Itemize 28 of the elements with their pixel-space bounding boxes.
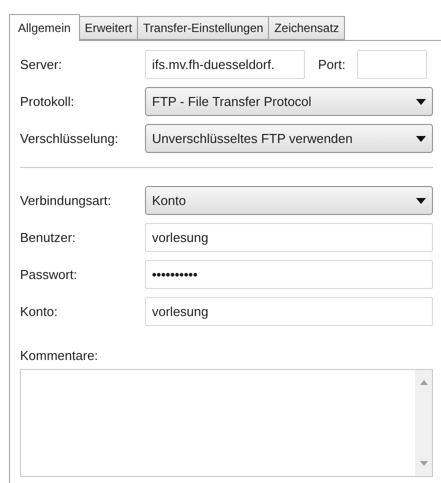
caret-icon bbox=[416, 98, 426, 104]
field-label: Konto: bbox=[20, 304, 59, 319]
scroll-down-icon bbox=[420, 461, 428, 466]
field-label: Protokoll: bbox=[20, 94, 76, 109]
input-field[interactable]: vorlesung bbox=[145, 223, 433, 252]
input-field[interactable]: ifs.mv.fh-duesseldorf. bbox=[145, 50, 305, 79]
field-label: Verbindungsart: bbox=[20, 193, 112, 208]
scroll-up-icon bbox=[420, 380, 428, 385]
caret-icon bbox=[416, 198, 426, 204]
field-label: Kommentare: bbox=[20, 348, 100, 363]
scrollbar[interactable] bbox=[415, 370, 432, 476]
tab[interactable]: Allgemein bbox=[9, 14, 80, 41]
tab[interactable]: Erweitert bbox=[78, 16, 138, 40]
field-label: Server: bbox=[20, 57, 63, 72]
field-label: Benutzer: bbox=[20, 230, 77, 245]
field-label: Passwort: bbox=[20, 267, 78, 282]
input-field[interactable]: vorlesung bbox=[145, 297, 433, 326]
password-field[interactable]: •••••••••• bbox=[145, 260, 433, 289]
dropdown[interactable]: Konto bbox=[145, 186, 433, 215]
comment-textarea[interactable] bbox=[20, 369, 433, 477]
port-field[interactable] bbox=[357, 50, 428, 79]
caret-icon bbox=[416, 136, 426, 142]
tab[interactable]: Zeichensatz bbox=[268, 16, 346, 40]
tab[interactable]: Transfer-Einstellungen bbox=[137, 16, 270, 40]
dropdown[interactable]: FTP - File Transfer Protocol bbox=[145, 87, 433, 116]
dropdown[interactable]: Unverschlüsseltes FTP verwenden bbox=[145, 124, 433, 153]
field-label: Verschlüsselung: bbox=[20, 131, 120, 146]
field-label: Port: bbox=[318, 57, 346, 72]
